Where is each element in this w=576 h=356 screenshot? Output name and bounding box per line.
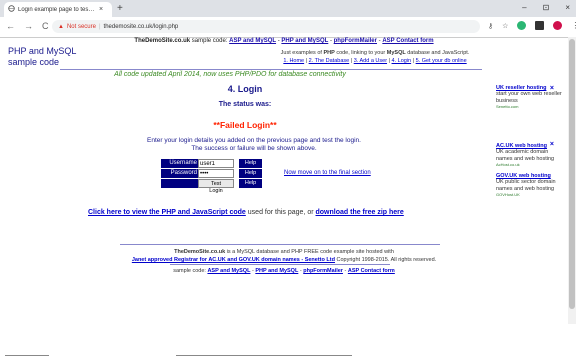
step-login-link[interactable]: 4. Login [392, 58, 412, 64]
footer-sample-links: sample code: ASP and MySQL - PHP and MyS… [173, 268, 395, 274]
view-code-mid: used for this page, or [247, 209, 314, 216]
url-field[interactable]: ▲ Not secure | thedemosite.co.uk/login.p… [52, 20, 480, 33]
tab-close-icon[interactable]: × [99, 6, 103, 13]
ad-block[interactable]: GOV.UK web hosting UK public sector doma… [496, 173, 562, 197]
url-separator: | [98, 23, 101, 30]
username-help-button[interactable]: Help [239, 159, 262, 168]
reload-button[interactable]: C [42, 21, 49, 31]
username-label: Username [161, 159, 198, 168]
window-controls: – ⊡ × [522, 3, 570, 12]
intro-text-mid: code, linking to your [336, 50, 386, 56]
username-input[interactable] [198, 159, 234, 168]
intro-mysql: MySQL [386, 50, 406, 56]
site-brand: TheDemoSite.co.uk [134, 38, 191, 44]
extension-green-icon[interactable] [517, 21, 527, 30]
minimize-button[interactable]: – [522, 3, 526, 12]
step-home-link[interactable]: 1. Home [283, 58, 304, 64]
menu-icon[interactable]: ⋮ [571, 21, 576, 30]
password-input[interactable] [198, 169, 234, 178]
step-database-link[interactable]: 2. The Database [309, 58, 350, 64]
status-label: The status was: [218, 101, 272, 108]
top-link-asp-mysql[interactable]: ASP and MySQL [229, 38, 276, 44]
ad-text: UK academic domain names and web hosting [496, 149, 555, 162]
page-content: TheDemoSite.co.uk sample code: ASP and M… [0, 37, 568, 356]
footer-link-php-mysql[interactable]: PHP and MySQL [255, 268, 298, 274]
ad-url: GOVHost.UK [496, 192, 520, 197]
top-link-php-mysql[interactable]: PHP and MySQL [281, 38, 328, 44]
new-tab-button[interactable]: + [117, 3, 123, 14]
extension-red-icon[interactable] [553, 21, 563, 30]
intro-php: PHP [323, 50, 335, 56]
browser-tab[interactable]: Login example page to test the l × [4, 2, 112, 17]
top-strip: TheDemoSite.co.uk sample code: ASP and M… [134, 38, 434, 44]
address-bar: ← → C ▲ Not secure | thedemosite.co.uk/l… [0, 17, 576, 38]
ad-text: start your own web reseller business [496, 91, 562, 104]
toolbar-icons: ⚷ ☆ ⋮ [488, 21, 576, 30]
logo-line2: sample code [8, 57, 60, 67]
nav-buttons: ← → C [6, 21, 49, 31]
ad-close-icon[interactable]: × [550, 141, 554, 148]
sample-code-label: sample code: [191, 38, 228, 44]
password-label: Password [161, 169, 198, 178]
back-button[interactable]: ← [6, 21, 15, 31]
registrar-link[interactable]: Janet approved Registrar for AC.UK and G… [132, 257, 335, 263]
help-buttons: Help Help Help [239, 159, 262, 189]
scrollbar[interactable] [568, 37, 576, 324]
test-login-button[interactable]: Test Login [198, 179, 234, 194]
download-zip-link[interactable]: download the free zip here [316, 209, 404, 216]
header-intro: Just examples of PHP code, linking to yo… [230, 49, 520, 65]
key-icon[interactable]: ⚷ [488, 22, 493, 30]
divider [60, 69, 482, 70]
login-help-button[interactable]: Help [239, 179, 262, 188]
footer-brand: TheDemoSite.co.uk [174, 249, 226, 255]
update-note: All code updated April 2014, now uses PH… [114, 71, 346, 78]
globe-icon [8, 5, 15, 14]
footer-text: is a MySQL database and PHP FREE code ex… [226, 249, 394, 255]
divider [170, 264, 390, 265]
page-title: 4. Login [227, 84, 263, 94]
view-code-line: Click here to view the PHP and JavaScrip… [88, 209, 404, 216]
password-help-button[interactable]: Help [239, 169, 262, 178]
extension-dark-icon[interactable] [535, 21, 545, 30]
tab-title: Login example page to test the l [18, 6, 96, 13]
footer-link-asp-mysql[interactable]: ASP and MySQL [207, 268, 250, 274]
form-spacer [161, 179, 198, 188]
view-code-link[interactable]: Click here to view the PHP and JavaScrip… [88, 209, 246, 216]
intro-text-end: database and JavaScript. [407, 50, 470, 56]
instructions-line1: Enter your login details you added on th… [147, 137, 361, 144]
logo-line1: PHP and MySQL [8, 46, 77, 56]
final-section-link[interactable]: Now move on to the final section [284, 170, 371, 176]
url-text[interactable]: thedemosite.co.uk/login.php [104, 24, 179, 30]
warning-icon[interactable]: ▲ [58, 24, 64, 30]
footer-link-asp-contact[interactable]: ASP Contact form [348, 268, 395, 274]
star-icon[interactable]: ☆ [502, 22, 508, 30]
footer: TheDemoSite.co.uk is a MySQL database an… [0, 248, 568, 264]
instructions: Enter your login details you added on th… [0, 137, 508, 153]
step-db-online-link[interactable]: 5. Get your db online [416, 58, 467, 64]
divider [120, 244, 440, 245]
forward-button[interactable]: → [24, 21, 33, 31]
tab-bar: Login example page to test the l × + – ⊡… [0, 0, 576, 17]
top-link-asp-contact[interactable]: ASP Contact form [382, 38, 433, 44]
step-add-user-link[interactable]: 3. Add a User [354, 58, 387, 64]
login-form: Username Password Test Login [161, 159, 236, 194]
security-label[interactable]: Not secure [67, 24, 96, 30]
intro-text-start: Just examples of [280, 50, 322, 56]
top-link-phpformmailer[interactable]: phpFormMailer [334, 38, 377, 44]
close-window-button[interactable]: × [565, 3, 570, 12]
site-logo[interactable]: PHP and MySQL sample code [8, 46, 108, 68]
copyright: Copyright 1998-2015. All rights reserved… [336, 257, 437, 263]
ad-text: UK public sector domain names and web ho… [496, 179, 556, 192]
maximize-button[interactable]: ⊡ [543, 3, 550, 12]
ad-sidebar: × UK reseller hosting start your own web… [496, 85, 562, 203]
status-message: **Failed Login** [213, 120, 277, 130]
step-nav: 1. Home | 2. The Database | 3. Add a Use… [283, 58, 467, 64]
instructions-line2: The success or failure will be shown abo… [191, 145, 317, 152]
scrollbar-thumb[interactable] [569, 39, 575, 309]
ad-url: Senetto.com [496, 104, 519, 109]
footer-sample-label: sample code: [173, 268, 206, 274]
footer-link-phpformmailer[interactable]: phpFormMailer [303, 268, 343, 274]
ad-close-icon[interactable]: × [550, 85, 554, 92]
ad-url: AcHost.co.uk [496, 162, 520, 167]
